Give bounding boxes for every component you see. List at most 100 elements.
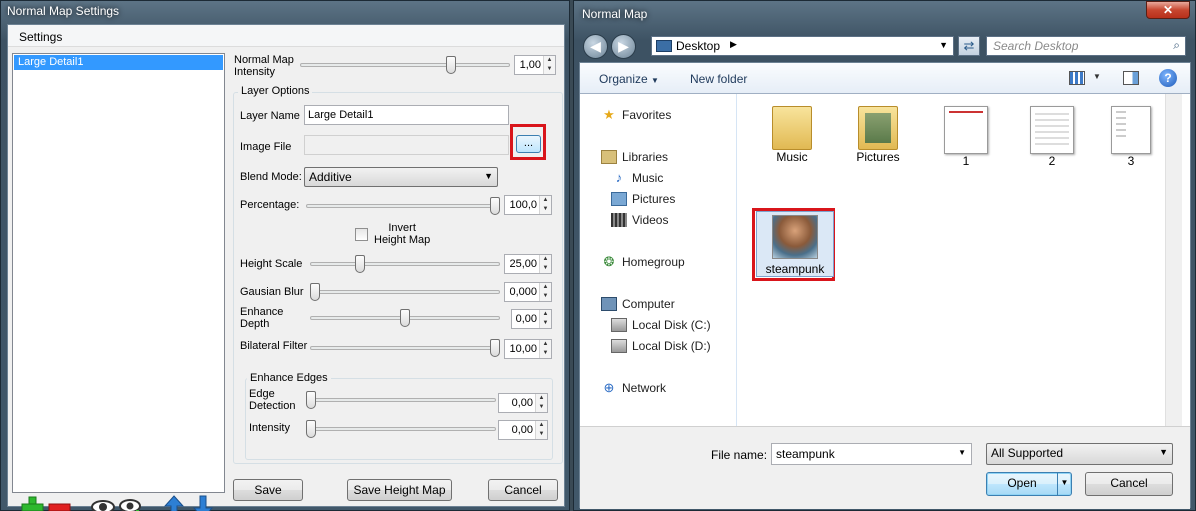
edge-detection-label: Edge Detection (249, 388, 296, 412)
blend-mode-label: Blend Mode: (240, 171, 302, 183)
nav-libraries[interactable]: Libraries (622, 150, 668, 164)
dialog-cancel-button[interactable]: Cancel (1085, 472, 1173, 496)
nav-computer[interactable]: Computer (622, 297, 675, 311)
refresh-icon[interactable]: ⇄ (958, 36, 980, 56)
search-icon[interactable]: ⌕ (1173, 38, 1180, 53)
gausian-blur-slider-track[interactable] (310, 290, 500, 294)
file-type-select[interactable]: All Supported ▼ (986, 443, 1173, 465)
intensity-spinner[interactable]: 1,00 ▲ ▼ (514, 55, 556, 75)
chevron-down-icon[interactable]: ▼ (939, 40, 948, 50)
image-file-label: Image File (240, 141, 292, 153)
file-item[interactable]: Pictures (839, 106, 917, 164)
eye-add-icon[interactable] (118, 495, 144, 511)
dialog-title: Normal Map (582, 7, 648, 21)
close-icon[interactable]: ✕ (1146, 1, 1190, 19)
intensity-slider-track[interactable] (300, 63, 510, 67)
preview-pane-icon[interactable] (1123, 71, 1139, 85)
layer-list[interactable]: Large Detail1 (12, 53, 225, 493)
eye-icon[interactable] (90, 495, 116, 511)
help-icon[interactable]: ? (1159, 69, 1177, 87)
chevron-down-icon[interactable]: ▼ (1057, 473, 1071, 495)
disk-icon (611, 339, 627, 353)
percentage-slider-track[interactable] (306, 204, 500, 208)
edge-intensity-spinner[interactable]: 0,00 ▲ ▼ (498, 420, 548, 440)
height-scale-slider-track[interactable] (310, 262, 500, 266)
new-folder-button[interactable]: New folder (690, 72, 747, 86)
file-item[interactable]: Music (753, 106, 831, 164)
nav-pictures[interactable]: Pictures (632, 192, 675, 206)
blend-mode-select[interactable]: Additive ▼ (304, 167, 498, 187)
chevron-down-icon[interactable]: ▼ (958, 448, 966, 457)
bilateral-filter-slider-track[interactable] (310, 346, 500, 350)
normal-map-settings-window: Normal Map Settings Settings Large Detai… (0, 0, 570, 511)
cancel-button[interactable]: Cancel (488, 479, 558, 501)
enhance-edges-title: Enhance Edges (247, 372, 331, 384)
steampunk-thumbnail (772, 215, 818, 259)
view-options-icon[interactable] (1069, 71, 1085, 85)
nav-homegroup[interactable]: Homegroup (622, 255, 685, 269)
enhance-depth-spinner[interactable]: 0,00 ▲ ▼ (511, 309, 552, 329)
pictures-icon (611, 192, 627, 206)
window-title: Normal Map Settings (7, 4, 120, 18)
arrow-down-icon[interactable] (192, 495, 214, 511)
search-input[interactable]: Search Desktop ⌕ (986, 36, 1186, 56)
open-button[interactable]: Open ▼ (986, 472, 1072, 496)
dialog-client-area: Organize ▼ New folder ▼ ? ★ Favorites Li… (579, 62, 1191, 509)
nav-videos[interactable]: Videos (632, 213, 668, 227)
nav-local-disk-d[interactable]: Local Disk (D:) (632, 339, 711, 353)
remove-icon[interactable] (47, 495, 71, 511)
folder-icon (858, 106, 898, 150)
image-thumbnail-icon (944, 106, 988, 154)
bilateral-filter-spinner[interactable]: 10,00 ▲ ▼ (504, 339, 552, 359)
dialog-footer: File name: steampunk ▼ All Supported ▼ Op… (580, 426, 1190, 509)
percentage-spinner[interactable]: 100,0 ▲ ▼ (504, 195, 552, 215)
layer-name-field[interactable]: Large Detail1 (304, 105, 509, 125)
back-icon[interactable]: ◀ (583, 34, 608, 59)
computer-icon (601, 297, 617, 311)
save-height-map-button[interactable]: Save Height Map (347, 479, 452, 501)
address-bar[interactable]: Desktop ▶ ▼ (651, 36, 954, 56)
desktop-icon (656, 40, 672, 52)
nav-music[interactable]: Music (632, 171, 663, 185)
arrow-up-icon[interactable] (163, 495, 185, 511)
gausian-blur-slider-thumb[interactable] (310, 283, 320, 301)
gausian-blur-spinner[interactable]: 0,000 ▲ ▼ (504, 282, 552, 302)
vertical-scrollbar[interactable] (1165, 94, 1182, 426)
image-thumbnail-icon (1030, 106, 1074, 154)
add-icon[interactable] (20, 495, 44, 511)
nav-local-disk-c[interactable]: Local Disk (C:) (632, 318, 711, 332)
file-list: Music Pictures 1 2 3 steampunk (738, 94, 1165, 426)
intensity-slider-thumb[interactable] (446, 56, 456, 74)
file-item[interactable]: 1 (927, 106, 1005, 168)
invert-height-map-checkbox[interactable] (355, 228, 368, 241)
edge-intensity-slider-track[interactable] (306, 427, 496, 431)
menu-settings[interactable]: Settings (19, 30, 62, 44)
height-scale-slider-thumb[interactable] (355, 255, 365, 273)
file-name-label: File name: (711, 448, 768, 462)
file-item[interactable]: 3 (1096, 106, 1166, 168)
nav-favorites[interactable]: Favorites (622, 108, 671, 122)
organize-button[interactable]: Organize ▼ (599, 72, 659, 86)
save-button[interactable]: Save (233, 479, 303, 501)
forward-icon[interactable]: ▶ (611, 34, 636, 59)
chevron-down-icon: ▼ (484, 171, 493, 181)
edge-detection-slider-thumb[interactable] (306, 391, 316, 409)
image-file-field[interactable] (304, 135, 509, 155)
edge-detection-spinner[interactable]: 0,00 ▲ ▼ (498, 393, 548, 413)
percentage-slider-thumb[interactable] (490, 197, 500, 215)
edge-detection-slider-track[interactable] (306, 398, 496, 402)
folder-icon (772, 106, 812, 150)
chevron-down-icon[interactable]: ▼ (1093, 72, 1101, 81)
enhance-depth-slider-thumb[interactable] (400, 309, 410, 327)
libraries-icon (601, 150, 617, 164)
layer-list-item[interactable]: Large Detail1 (14, 55, 223, 70)
height-scale-spinner[interactable]: 25,00 ▲ ▼ (504, 254, 552, 274)
layer-name-label: Layer Name (240, 110, 300, 122)
nav-network[interactable]: Network (622, 381, 666, 395)
file-item-selected[interactable]: steampunk (756, 211, 834, 277)
bilateral-filter-slider-thumb[interactable] (490, 339, 500, 357)
file-name-input[interactable]: steampunk ▼ (771, 443, 972, 465)
edge-intensity-slider-thumb[interactable] (306, 420, 316, 438)
browse-button[interactable]: ... (516, 135, 541, 153)
file-item[interactable]: 2 (1013, 106, 1091, 168)
